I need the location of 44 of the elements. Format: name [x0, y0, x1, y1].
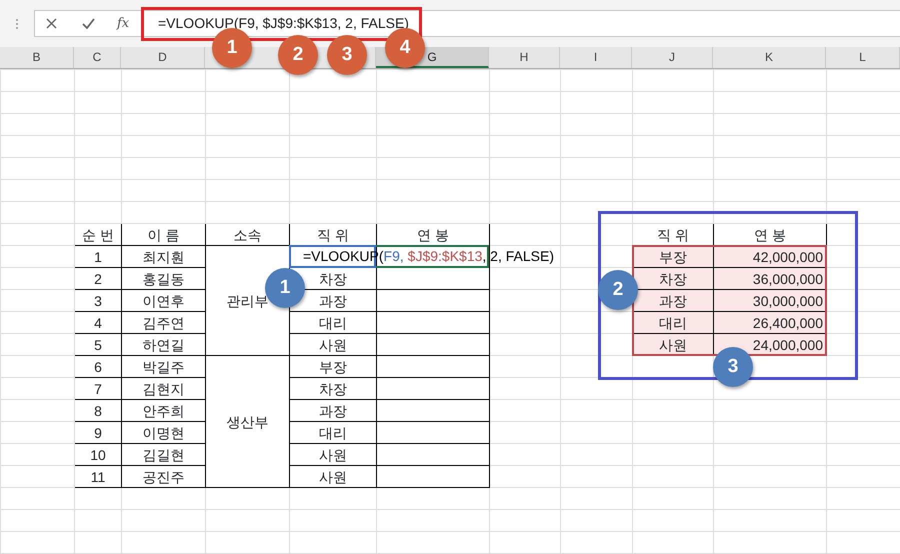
column-header[interactable]: I [560, 47, 632, 68]
column-header[interactable]: H [489, 47, 560, 68]
table-cell: 2 [74, 268, 122, 290]
table-cell: 차장 [632, 268, 714, 290]
table-cell: 대리 [290, 422, 376, 444]
column-header[interactable]: B [0, 47, 74, 68]
table-cell: 9 [74, 422, 122, 444]
table-cell: 박길주 [122, 356, 206, 378]
table-cell: 3 [74, 290, 122, 312]
column-header[interactable]: J [632, 47, 713, 68]
table-cell: 10 [74, 444, 122, 466]
grip-icon[interactable] [15, 18, 19, 30]
table-cell: 사원 [290, 466, 376, 488]
table-cell: 36,000,000 [714, 268, 826, 290]
table-cell: 과장 [290, 400, 376, 422]
table-cell: 30,000,000 [714, 290, 826, 312]
column-header[interactable]: C [74, 47, 121, 68]
column-header[interactable]: K [713, 47, 826, 68]
header-cell: 소속 [206, 224, 290, 246]
table-cell: 대리 [290, 312, 376, 334]
table-cell: 4 [74, 312, 122, 334]
table-cell: 생산부 [206, 356, 290, 488]
cancel-icon[interactable] [46, 18, 57, 29]
table-cell: 대리 [632, 312, 714, 334]
table-cell: 과장 [632, 290, 714, 312]
table-cell: 26,400,000 [714, 312, 826, 334]
table-cell: 8 [74, 400, 122, 422]
table-cell: 부장 [290, 356, 376, 378]
table-cell: 사원 [290, 334, 376, 356]
table-cell: 최지훤 [122, 246, 206, 268]
insert-function-button[interactable]: fx [117, 14, 130, 34]
formula-bar[interactable] [34, 10, 900, 37]
check-icon[interactable] [82, 18, 95, 29]
table-cell: 6 [74, 356, 122, 378]
header-cell: 이 름 [122, 224, 206, 246]
table-cell: 사원 [290, 444, 376, 466]
header-cell: 순 번 [74, 224, 122, 246]
table-cell: 5 [74, 334, 122, 356]
table-cell: 7 [74, 378, 122, 400]
table-cell: 1 [74, 246, 122, 268]
column-header[interactable]: D [121, 47, 205, 68]
column-header[interactable]: L [826, 47, 900, 68]
table-cell: 11 [74, 466, 122, 488]
table-cell: 차장 [290, 378, 376, 400]
